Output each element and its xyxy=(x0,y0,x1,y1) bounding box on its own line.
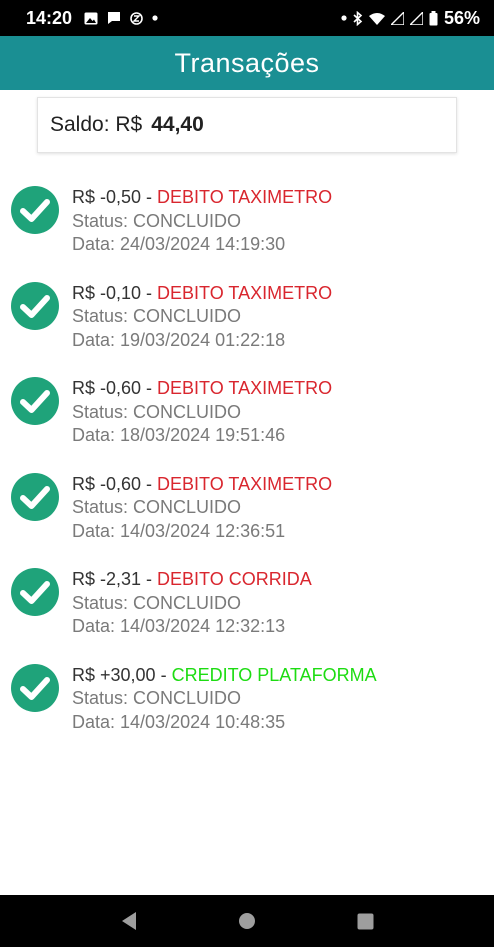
transaction-item[interactable]: R$ -0,50 - DEBITO TAXIMETRO Status: CONC… xyxy=(0,180,494,276)
transaction-status: Status: CONCLUIDO xyxy=(72,210,242,231)
notification-icons xyxy=(84,11,158,25)
transaction-date: Data: 14/03/2024 12:36:51 xyxy=(72,520,286,541)
transaction-status: Status: CONCLUIDO xyxy=(72,688,242,708)
chat-bubble-icon xyxy=(108,12,121,24)
transaction-list: R$ -0,50 - DEBITO TAXIMETRO Status: CONC… xyxy=(0,180,494,753)
transaction-status: Status: CONCLUIDO xyxy=(72,497,242,517)
system-icons: 56% xyxy=(341,8,480,29)
home-icon xyxy=(239,913,255,929)
transaction-description: DEBITO TAXIMETRO xyxy=(157,473,333,494)
transaction-description: DEBITO CORRIDA xyxy=(157,569,312,589)
home-button[interactable] xyxy=(235,909,259,933)
separator: - xyxy=(141,378,158,398)
page-title: Transações xyxy=(174,47,320,78)
dot-icon xyxy=(152,15,158,21)
navigation-bar xyxy=(0,895,494,947)
check-circle-icon xyxy=(11,377,59,425)
check-circle-icon xyxy=(11,663,59,712)
separator: - xyxy=(141,187,158,207)
balance-label: Saldo: R$ xyxy=(50,113,143,136)
back-button[interactable] xyxy=(117,909,141,933)
transaction-date: Data: 19/03/2024 01:22:18 xyxy=(72,329,286,350)
balance-card: Saldo: R$ 44,40 xyxy=(37,97,457,153)
signal-icon xyxy=(390,11,404,25)
separator: - xyxy=(141,282,158,303)
separator: - xyxy=(141,569,158,589)
transaction-amount: R$ +30,00 xyxy=(72,664,156,685)
balance-amount: 44,40 xyxy=(151,113,204,136)
check-circle-icon xyxy=(11,281,59,330)
transaction-date: Data: 18/03/2024 19:51:46 xyxy=(72,425,286,445)
transaction-item[interactable]: R$ -0,60 - DEBITO TAXIMETRO Status: CONC… xyxy=(0,467,494,563)
back-icon xyxy=(122,912,136,930)
status-bar: 14:20 56% xyxy=(0,0,494,36)
transaction-status: Status: CONCLUIDO xyxy=(72,592,242,613)
transaction-description: DEBITO TAXIMETRO xyxy=(157,378,333,398)
transaction-description: DEBITO TAXIMETRO xyxy=(157,187,333,207)
transaction-item[interactable]: R$ -0,60 - DEBITO TAXIMETRO Status: CONC… xyxy=(0,371,494,467)
transaction-amount: R$ -0,50 xyxy=(72,187,142,207)
transaction-amount: R$ -0,60 xyxy=(72,378,142,398)
app-bar: Transações xyxy=(0,36,494,90)
transaction-item[interactable]: R$ -2,31 - DEBITO CORRIDA Status: CONCLU… xyxy=(0,562,494,658)
dot-icon xyxy=(341,15,347,21)
separator: - xyxy=(155,664,172,685)
transaction-item[interactable]: R$ +30,00 - CREDITO PLATAFORMA Status: C… xyxy=(0,658,494,754)
z-app-icon xyxy=(130,11,143,25)
transaction-amount: R$ -0,10 xyxy=(72,282,142,303)
separator: - xyxy=(141,473,158,494)
wifi-icon xyxy=(368,12,385,25)
transaction-status: Status: CONCLUIDO xyxy=(72,401,242,422)
transaction-date: Data: 14/03/2024 10:48:35 xyxy=(72,711,286,732)
transaction-description: CREDITO PLATAFORMA xyxy=(171,664,377,685)
signal-icon xyxy=(409,11,423,25)
transaction-item[interactable]: R$ -0,10 - DEBITO TAXIMETRO Status: CONC… xyxy=(0,276,494,372)
status-time: 14:20 xyxy=(26,7,73,28)
battery-percent: 56% xyxy=(443,7,480,28)
bluetooth-icon xyxy=(353,10,363,26)
transaction-amount: R$ -0,60 xyxy=(72,473,142,494)
image-icon xyxy=(84,12,98,24)
recents-icon xyxy=(357,913,373,929)
battery-icon xyxy=(429,10,438,25)
transaction-amount: R$ -2,31 xyxy=(72,569,142,589)
check-circle-icon xyxy=(11,472,59,521)
transaction-status: Status: CONCLUIDO xyxy=(72,306,242,326)
recents-button[interactable] xyxy=(353,909,377,933)
transaction-date: Data: 24/03/2024 14:19:30 xyxy=(72,234,286,254)
check-circle-icon xyxy=(11,186,59,234)
transaction-date: Data: 14/03/2024 12:32:13 xyxy=(72,616,286,636)
check-circle-icon xyxy=(11,568,59,616)
transaction-description: DEBITO TAXIMETRO xyxy=(157,282,333,303)
